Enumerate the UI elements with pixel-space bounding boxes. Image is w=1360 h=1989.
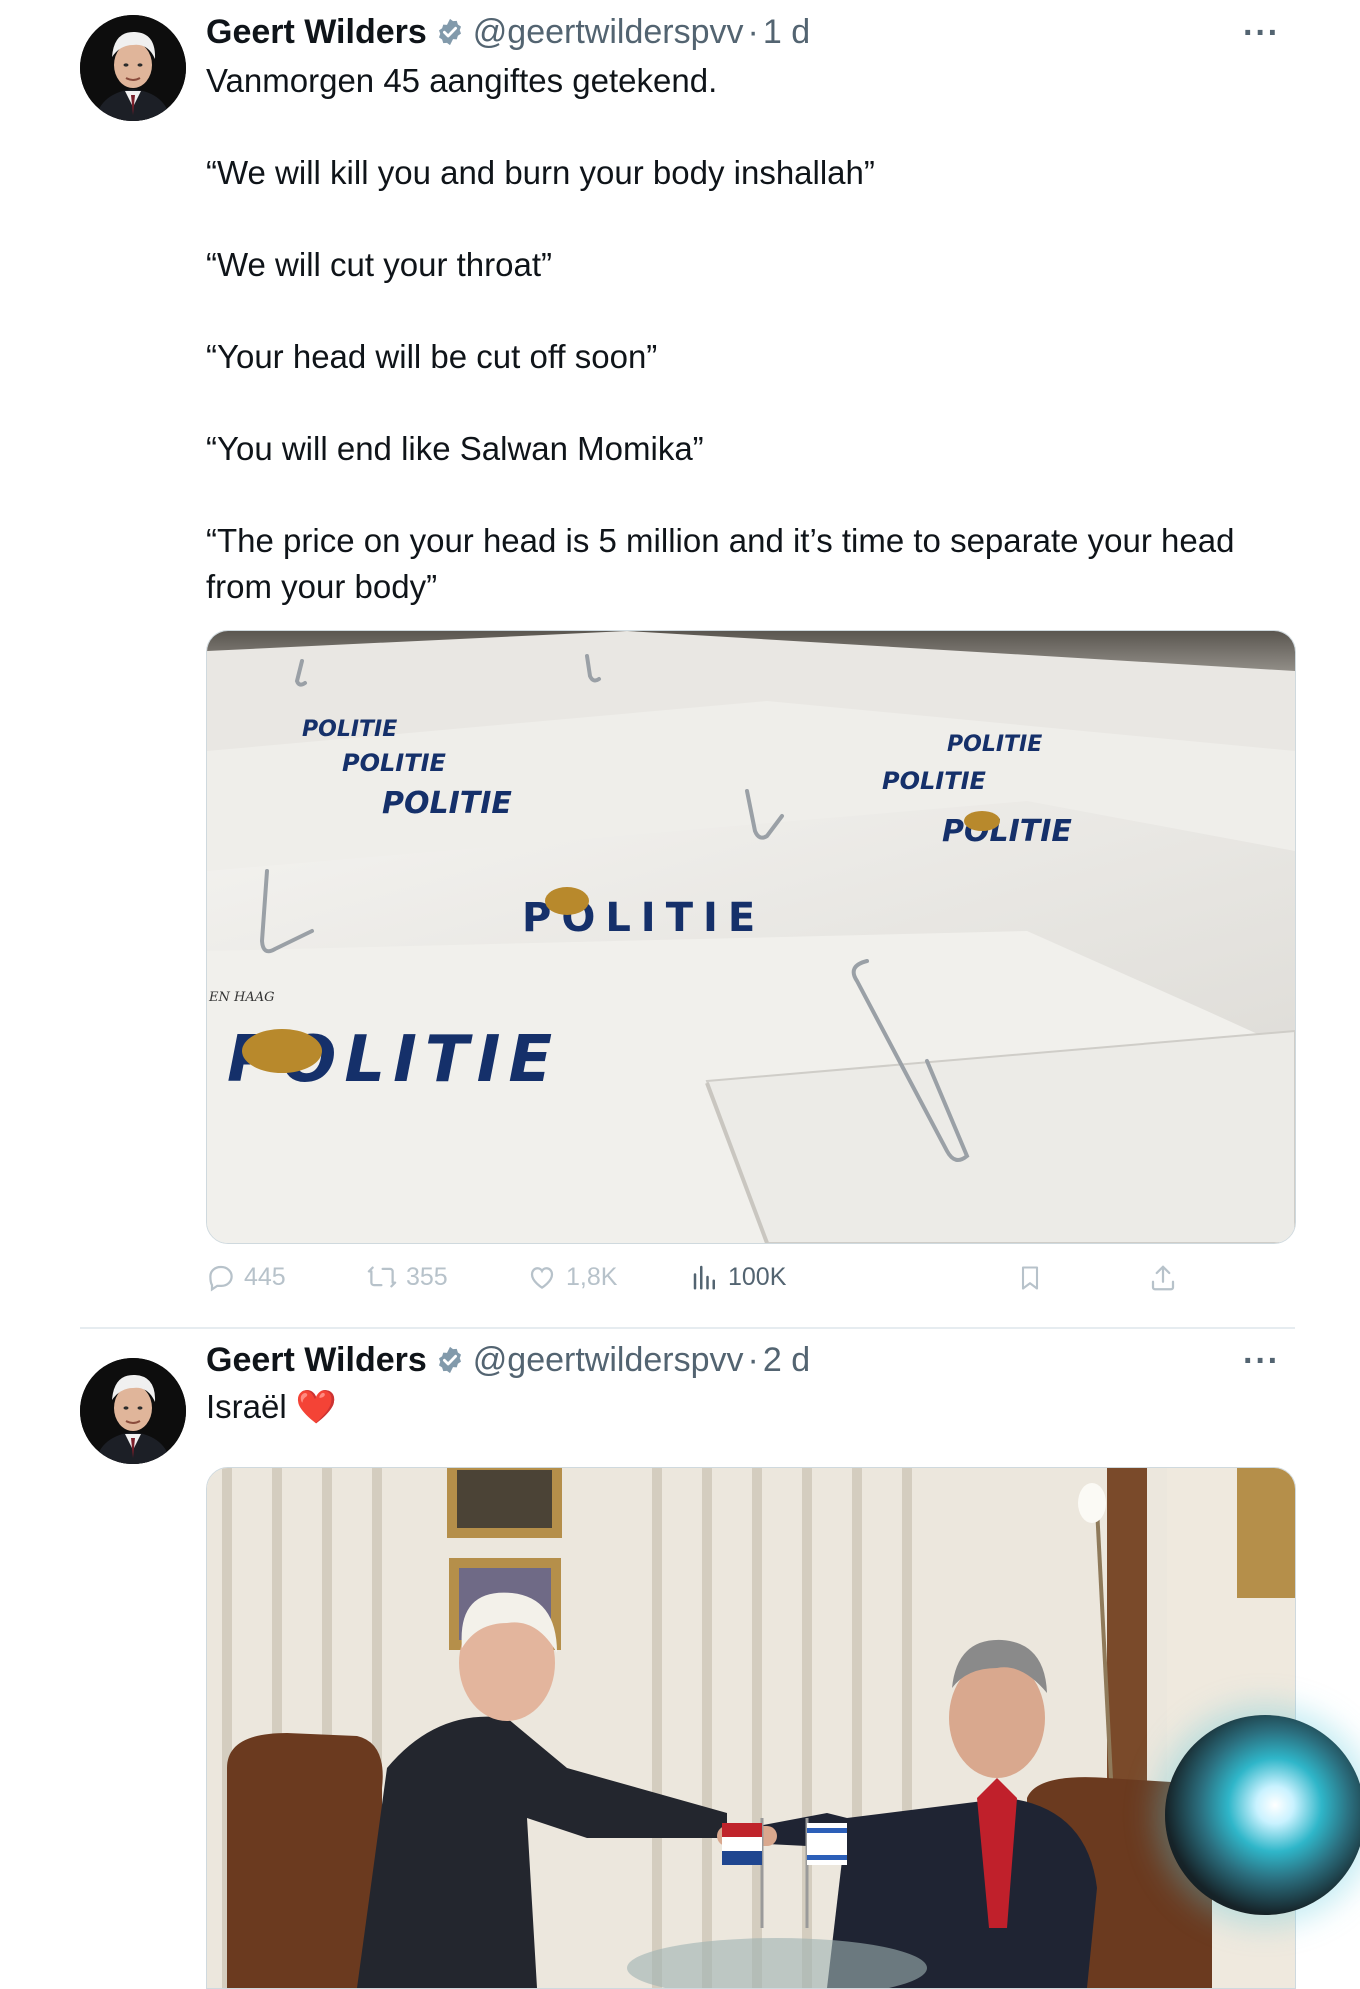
avatar[interactable]: [80, 15, 186, 121]
politie-label: POLITIE: [342, 749, 447, 777]
haag-label: EN HAAG: [208, 990, 275, 1005]
tweet-header: Geert Wilders @geertwilderspvv · 2 d: [206, 1340, 810, 1380]
politie-label: POLITIE: [382, 786, 512, 821]
tweet-text: Vanmorgen 45 aangiftes getekend. “We wil…: [206, 62, 1235, 605]
tweet-actions: 445 355 1,8K 100K: [206, 1262, 1296, 1302]
share-button[interactable]: [1148, 1262, 1186, 1294]
more-icon[interactable]: ···: [1243, 1342, 1280, 1381]
tweet-media-image[interactable]: [206, 1467, 1296, 1989]
reply-icon: [209, 1265, 233, 1292]
tweet-divider: [80, 1327, 1295, 1329]
timestamp[interactable]: 2 d: [763, 1341, 810, 1380]
tweet-media-image[interactable]: POLITIE POLITIE POLITIE POLITIE POLITIE …: [206, 630, 1296, 1244]
separator-dot: ·: [747, 12, 759, 51]
tweet-header: Geert Wilders @geertwilderspvv · 1 d: [206, 12, 810, 52]
like-button[interactable]: 1,8K: [526, 1262, 617, 1292]
avatar-portrait: [80, 1358, 186, 1464]
tweet-1[interactable]: Geert Wilders @geertwilderspvv · 1 d ···…: [0, 0, 1360, 1329]
politie-label: POLITIE: [882, 767, 987, 795]
avatar-portrait: [80, 15, 186, 121]
bookmark-button[interactable]: [1016, 1262, 1052, 1294]
author-handle[interactable]: @geertwilderspvv: [473, 1341, 744, 1380]
reply-count: 445: [244, 1262, 286, 1291]
views-icon: [693, 1265, 715, 1290]
repost-button[interactable]: 355: [366, 1262, 448, 1292]
tweet-text: Israël ❤️: [206, 1388, 337, 1425]
verified-badge-icon: [438, 1346, 461, 1374]
police-documents-photo: POLITIE POLITIE POLITIE POLITIE POLITIE …: [207, 631, 1295, 1243]
author-handle[interactable]: @geertwilderspvv: [473, 13, 744, 52]
bookmark-icon: [1021, 1266, 1039, 1290]
reply-button[interactable]: 445: [206, 1262, 286, 1292]
timestamp[interactable]: 1 d: [763, 13, 810, 52]
views-count: 100K: [728, 1262, 787, 1291]
verified-badge-icon: [438, 18, 461, 46]
more-icon[interactable]: ···: [1243, 14, 1280, 53]
handshake-photo: [207, 1468, 1295, 1988]
repost-icon: [367, 1266, 397, 1288]
avatar[interactable]: [80, 1358, 186, 1464]
politie-label: POLITIE: [942, 814, 1072, 849]
author-name[interactable]: Geert Wilders: [206, 13, 427, 52]
author-name[interactable]: Geert Wilders: [206, 1341, 427, 1380]
tweet-2[interactable]: Geert Wilders @geertwilderspvv · 2 d ···…: [0, 1330, 1360, 1989]
politie-label: POLITIE: [947, 732, 1042, 757]
views-button[interactable]: 100K: [690, 1262, 786, 1292]
separator-dot: ·: [747, 1340, 759, 1379]
siri-orb[interactable]: [1165, 1715, 1360, 1915]
like-count: 1,8K: [566, 1262, 618, 1291]
like-icon: [530, 1267, 554, 1289]
share-icon: [1151, 1265, 1175, 1291]
politie-label: POLITIE: [302, 717, 397, 742]
repost-count: 355: [406, 1262, 448, 1291]
